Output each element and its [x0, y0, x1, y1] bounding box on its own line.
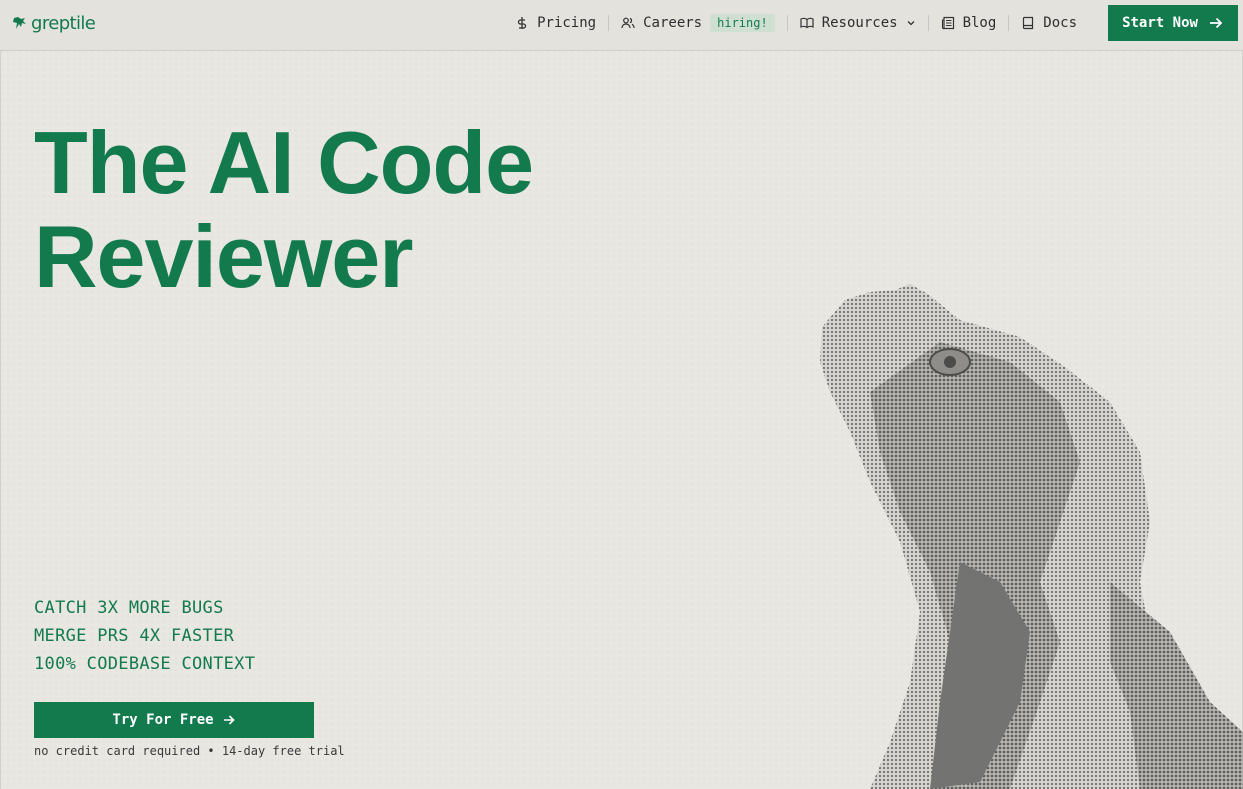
nav-divider: [786, 15, 788, 31]
nav-docs-label: Docs: [1043, 15, 1077, 31]
start-now-button[interactable]: Start Now: [1108, 5, 1238, 41]
users-icon: [621, 17, 635, 29]
try-for-free-label: Try For Free: [112, 712, 214, 728]
nav-blog[interactable]: Blog: [941, 15, 997, 31]
arrow-right-icon: [223, 715, 235, 725]
brand-name: greptile: [31, 12, 96, 34]
dollar-icon: [517, 17, 527, 29]
nav-careers-label: Careers: [643, 15, 703, 31]
hiring-badge: hiring!: [710, 14, 775, 32]
book-open-icon: [800, 17, 814, 29]
lizard-logo-icon: [13, 17, 26, 29]
newspaper-icon: [941, 16, 954, 30]
feature-item: CATCH 3X MORE BUGS: [34, 598, 224, 618]
nav-pricing-label: Pricing: [537, 15, 597, 31]
nav-divider: [1008, 15, 1010, 31]
nav-resources-label: Resources: [821, 15, 898, 31]
nav-divider: [608, 15, 610, 31]
try-for-free-button[interactable]: Try For Free: [34, 702, 314, 738]
chevron-down-icon: [907, 21, 915, 26]
nav-careers[interactable]: Careers hiring!: [621, 14, 775, 32]
feature-list: CATCH 3X MORE BUGS MERGE PRS 4X FASTER 1…: [34, 594, 255, 678]
nav-pricing[interactable]: Pricing: [515, 15, 596, 31]
lizard-illustration: [820, 284, 1243, 789]
headline-line-2: Reviewer: [34, 207, 413, 306]
feature-item: 100% CODEBASE CONTEXT: [34, 654, 256, 674]
nav-links: Pricing Careers hiring! Resources Blog D…: [515, 12, 1077, 34]
headline-line-1: The AI Code: [34, 113, 534, 212]
nav-divider: [927, 15, 929, 31]
nav-resources[interactable]: Resources: [800, 15, 916, 31]
start-now-label: Start Now: [1122, 15, 1198, 31]
hero-headline: The AI Code Reviewer: [34, 113, 534, 306]
book-icon: [1023, 16, 1034, 30]
feature-item: MERGE PRS 4X FASTER: [34, 626, 235, 646]
arrow-right-icon: [1209, 17, 1223, 29]
nav-blog-label: Blog: [962, 15, 997, 31]
nav-docs[interactable]: Docs: [1021, 15, 1077, 31]
trial-note: no credit card required • 14-day free tr…: [34, 744, 345, 758]
greptile-logo[interactable]: greptile: [12, 12, 96, 34]
top-navigation: greptile Pricing Careers hiring! Resourc…: [0, 0, 1243, 51]
